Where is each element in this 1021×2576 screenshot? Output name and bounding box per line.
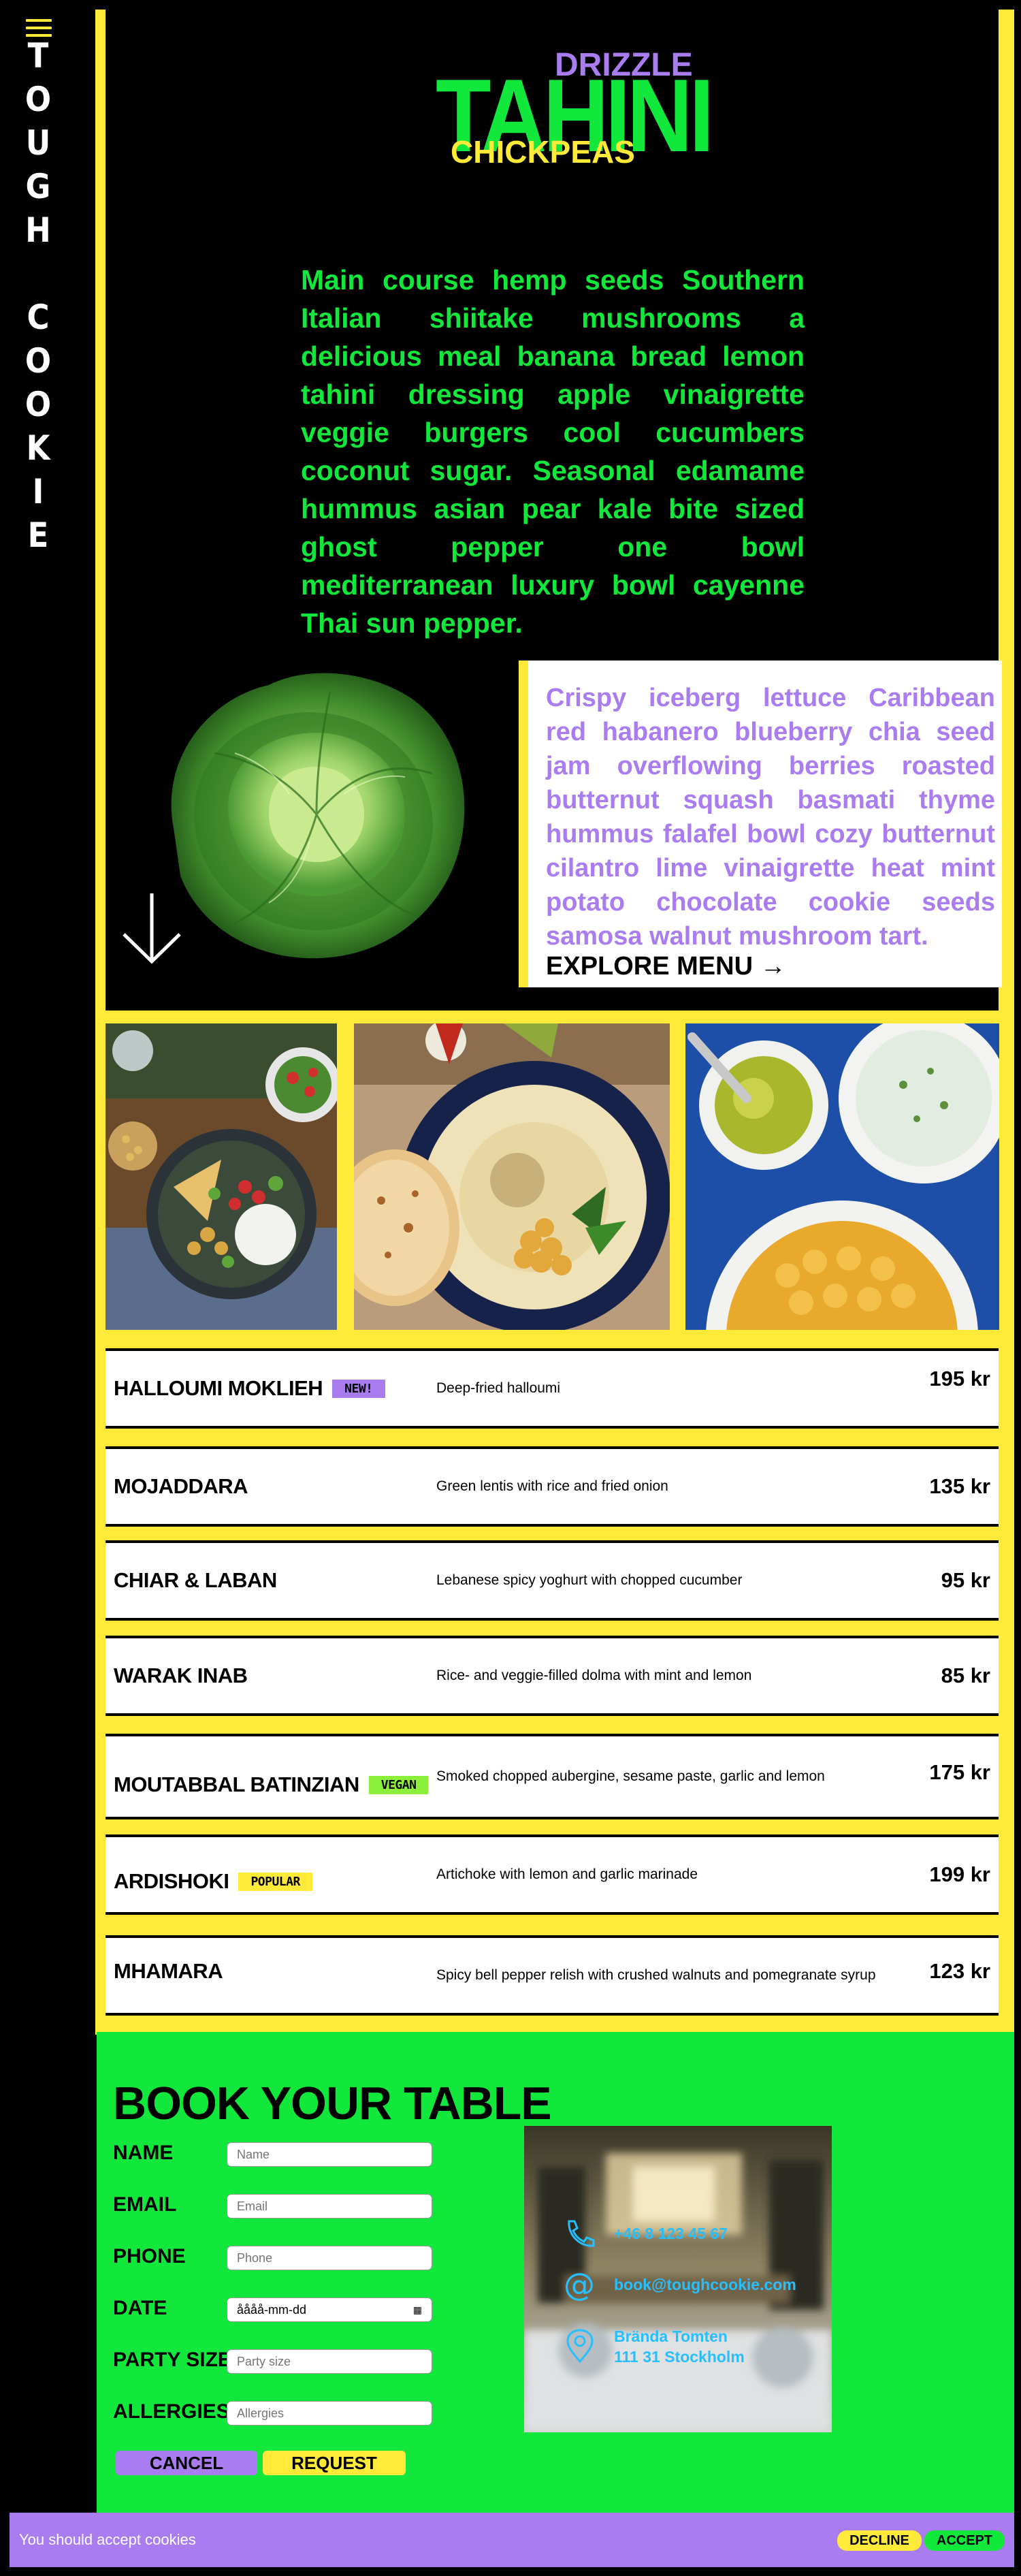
date-label: DATE: [113, 2297, 167, 2319]
menu-item-row[interactable]: HALLOUMI MOKLIEH NEW! Deep-fried halloumi…: [106, 1348, 999, 1429]
name-input[interactable]: [227, 2142, 432, 2167]
menu-item-row[interactable]: CHIAR & LABAN Lebanese spicy yoghurt wit…: [106, 1540, 999, 1621]
item-name: ARDISHOKI: [114, 1869, 229, 1893]
email-input[interactable]: [227, 2194, 432, 2219]
date-placeholder: åååå-mm-dd: [237, 2302, 307, 2317]
party-size-label: PARTY SIZE: [113, 2349, 231, 2371]
item-name: CHIAR & LABAN: [114, 1568, 277, 1592]
menu-item-row[interactable]: ARDISHOKI POPULAR Artichoke with lemon an…: [106, 1834, 999, 1915]
allergies-input[interactable]: [227, 2401, 432, 2426]
menu-item-row[interactable]: MOUTABBAL BATINZIAN VEGAN Smoked chopped …: [106, 1734, 999, 1819]
address-line-1: Brända Tomten: [614, 2327, 728, 2345]
item-name: WARAK INAB: [114, 1664, 248, 1687]
item-price: 195 kr: [929, 1367, 990, 1390]
date-input[interactable]: åååå-mm-dd ▦: [227, 2297, 432, 2322]
item-price: 95 kr: [941, 1568, 990, 1592]
intro-paragraph: Main course hemp seeds Southern Italian …: [301, 264, 805, 639]
decline-cookies-button[interactable]: DECLINE: [837, 2530, 922, 2551]
item-name: MHAMARA: [114, 1959, 223, 1983]
accept-cookies-button[interactable]: ACCEPT: [924, 2530, 1005, 2551]
item-description: Smoked chopped aubergine, sesame paste, …: [436, 1768, 825, 1784]
item-name: MOJADDARA: [114, 1474, 248, 1498]
logo: DRIZZLE TAHINI CHICKPEAS: [436, 41, 715, 184]
cookie-text: You should accept cookies: [19, 2531, 196, 2548]
phone-input[interactable]: [227, 2246, 432, 2270]
scroll-down-arrow-icon[interactable]: [121, 891, 182, 967]
item-price: 123 kr: [929, 1959, 990, 1983]
item-description: Artichoke with lemon and garlic marinade: [436, 1866, 698, 1882]
card-text: Crispy iceberg lettuce Caribbean red hab…: [546, 684, 995, 951]
contact-phone[interactable]: +46 8 123 45 67: [564, 2219, 728, 2248]
item-name: HALLOUMI MOKLIEH: [114, 1376, 323, 1400]
request-button[interactable]: REQUEST: [263, 2451, 406, 2475]
item-price: 85 kr: [941, 1664, 990, 1687]
arrow-right-icon: →: [760, 952, 786, 981]
item-description: Spicy bell pepper relish with crushed wa…: [436, 1967, 876, 1983]
phone-label: PHONE: [113, 2245, 186, 2268]
food-photo-dips: [685, 1023, 999, 1330]
at-icon: @: [564, 2266, 595, 2303]
item-price: 199 kr: [929, 1862, 990, 1886]
logo-chickpeas: CHICKPEAS: [451, 134, 635, 170]
food-photo-salad: [106, 1023, 337, 1330]
item-description: Green lentis with rice and fried onion: [436, 1478, 668, 1494]
food-photo-hummus: [354, 1023, 670, 1330]
badge-vegan: VEGAN: [368, 1775, 429, 1794]
menu-item-row[interactable]: WARAK INAB Rice- and veggie-filled dolma…: [106, 1636, 999, 1716]
item-price: 135 kr: [929, 1474, 990, 1498]
email-text: book@toughcookie.com: [614, 2276, 796, 2293]
phone-text: +46 8 123 45 67: [614, 2225, 728, 2242]
booking-title: BOOK YOUR TABLE: [113, 2078, 552, 2129]
cookie-banner: You should accept cookies DECLINE ACCEPT: [10, 2513, 1014, 2567]
brand-vertical-title: TOUGH COOKIE: [25, 36, 52, 555]
sidebar: TOUGH COOKIE: [0, 0, 95, 2576]
contact-address[interactable]: Brända Tomten 111 31 Stockholm: [564, 2326, 745, 2367]
cancel-button[interactable]: CANCEL: [116, 2451, 257, 2475]
page: { "brand": {"name": "TOUGH COOKIE", "let…: [0, 0, 1021, 2576]
contact-email[interactable]: @ book@toughcookie.com: [564, 2269, 796, 2300]
lettuce-image: [153, 658, 480, 971]
item-description: Rice- and veggie-filled dolma with mint …: [436, 1668, 752, 1683]
email-label: EMAIL: [113, 2193, 177, 2216]
badge-new: NEW!: [332, 1379, 385, 1398]
party-size-input[interactable]: [227, 2349, 432, 2374]
phone-icon: [568, 2220, 595, 2247]
calendar-icon[interactable]: ▦: [413, 2304, 422, 2316]
item-description: Lebanese spicy yoghurt with chopped cucu…: [436, 1572, 743, 1588]
explore-menu-link[interactable]: EXPLORE MENU →: [546, 952, 786, 981]
item-description: Deep-fried halloumi: [436, 1380, 561, 1396]
menu-item-row[interactable]: MHAMARA Spicy bell pepper relish with cr…: [106, 1935, 999, 2016]
name-label: NAME: [113, 2142, 174, 2164]
allergies-label: ALLERGIES: [113, 2400, 230, 2423]
badge-popular: POPULAR: [238, 1872, 312, 1891]
menu-intro-card: Crispy iceberg lettuce Caribbean red hab…: [519, 661, 1002, 987]
item-price: 175 kr: [929, 1760, 990, 1784]
location-pin-icon: [566, 2329, 594, 2364]
menu-item-row[interactable]: MOJADDARA Green lentis with rice and fri…: [106, 1446, 999, 1527]
item-name: MOUTABBAL BATINZIAN: [114, 1772, 359, 1796]
address-line-2: 111 31 Stockholm: [614, 2348, 745, 2366]
